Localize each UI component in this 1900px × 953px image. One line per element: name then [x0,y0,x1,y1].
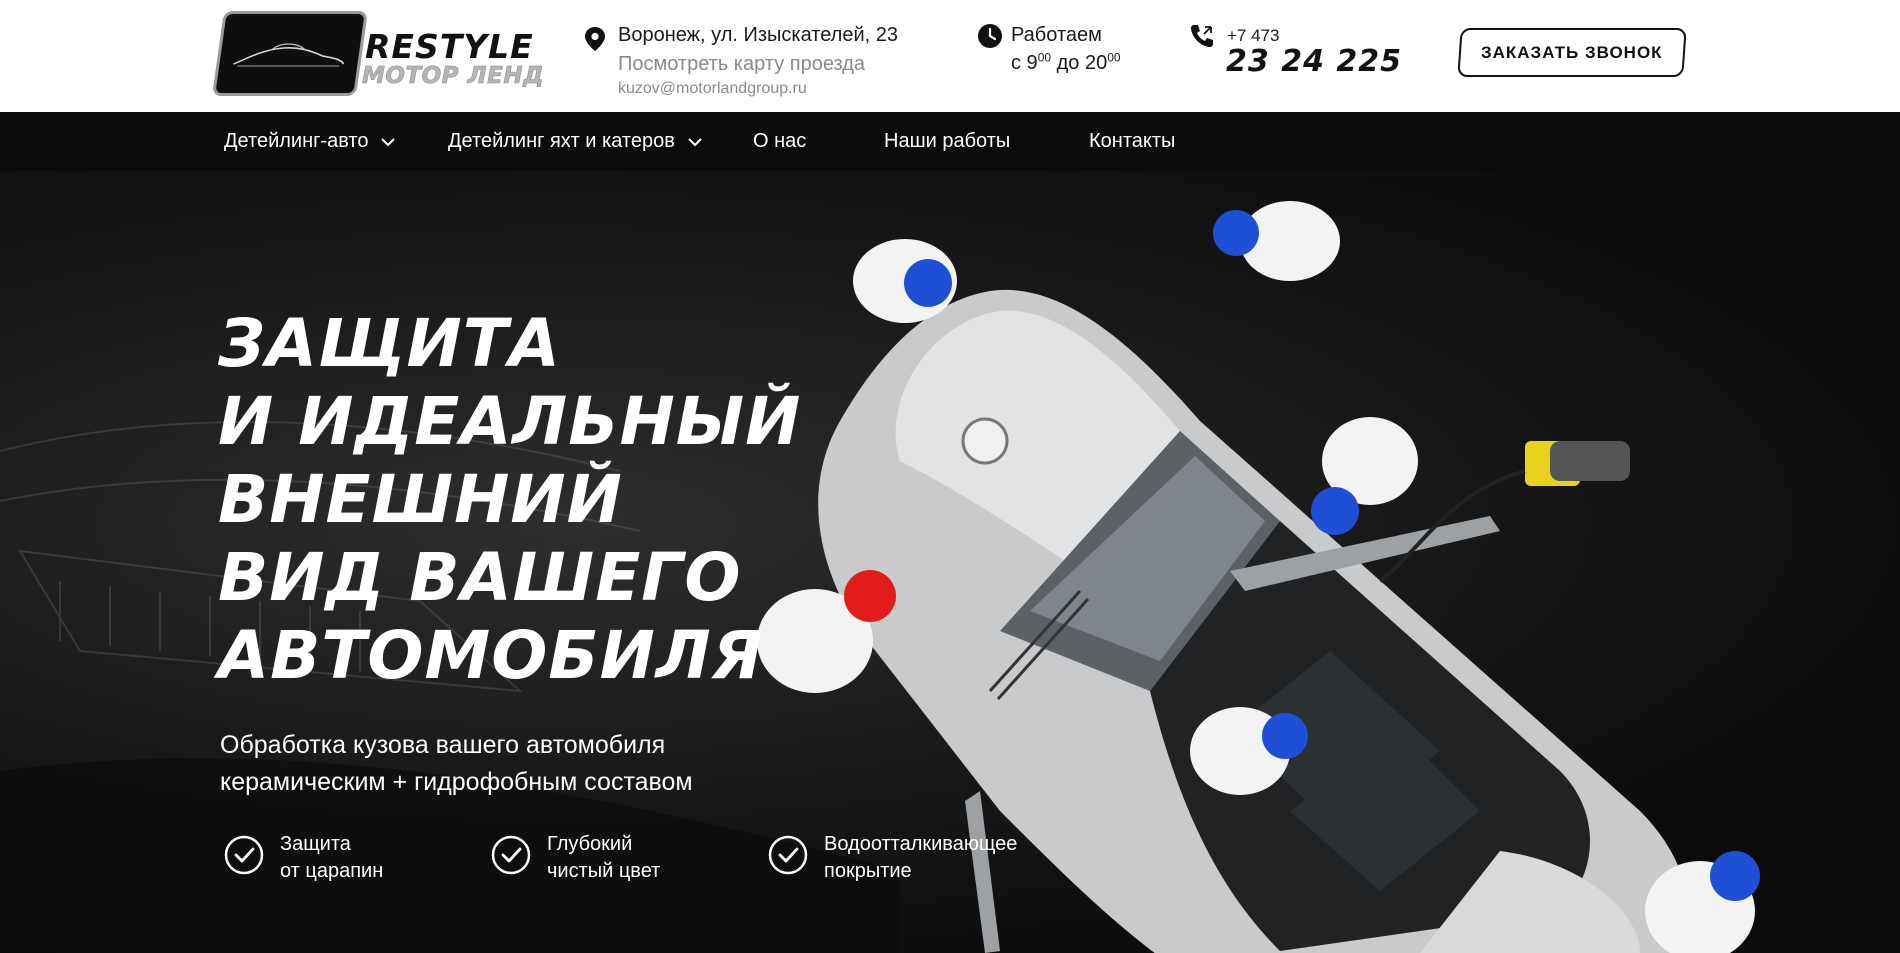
phone-code: +7 473 [1227,26,1280,45]
car-silhouette-icon [233,43,345,67]
address: Воронеж, ул. Изыскателей, 23 [618,24,898,46]
phone-icon [1190,25,1213,48]
phone-number[interactable]: 23 24 225 [1226,44,1402,79]
email-link[interactable]: kuzov@motorlandgroup.ru [618,80,807,98]
feature-deep-color: Глубокий чистый цвет [491,831,660,885]
feature-scratch-protection: Защита от царапин [224,831,383,885]
site-header: RESTYLE МОТОР ЛЕНД Воронеж, ул. Изыскате… [0,0,1900,112]
nav-item-yacht-detailing[interactable]: Детейлинг яхт и катеров [448,112,703,171]
main-nav: Детейлинг-авто Детейлинг яхт и катеров О… [0,112,1900,171]
logo-subtitle: МОТОР ЛЕНД [362,63,545,90]
nav-item-about[interactable]: О нас [753,112,806,171]
order-call-button[interactable]: ЗАКАЗАТЬ ЗВОНОК [1457,28,1687,77]
hero-section: ЗАЩИТА И ИДЕАЛЬНЫЙ ВНЕШНИЙ ВИД ВАШЕГО АВ… [0,171,1900,953]
nav-item-our-works[interactable]: Наши работы [884,112,1010,171]
logo-title: RESTYLE [365,27,534,66]
nav-item-contacts[interactable]: Контакты [1089,112,1175,171]
logo[interactable]: RESTYLE МОТОР ЛЕНД [212,11,544,96]
clock-icon [978,24,1002,48]
working-hours-label: Работаем [1011,24,1102,46]
map-pin-icon [585,27,605,51]
feature-water-repellent: Водоотталкивающее покрытие [768,831,1017,885]
map-link[interactable]: Посмотреть карту проезда [618,53,865,76]
hero-title: ЗАЩИТА И ИДЕАЛЬНЫЙ ВНЕШНИЙ ВИД ВАШЕГО АВ… [218,305,802,694]
check-circle-icon [768,835,808,875]
nav-item-car-detailing[interactable]: Детейлинг-авто [224,112,396,171]
logo-car-emblem [212,11,368,96]
check-circle-icon [491,835,531,875]
check-circle-icon [224,835,264,875]
hero-subtitle: Обработка кузова вашего автомобиля керам… [220,731,693,796]
chevron-down-icon [688,137,702,146]
working-hours-value: с 900 до 2000 [1011,50,1121,74]
chevron-down-icon [381,137,396,146]
